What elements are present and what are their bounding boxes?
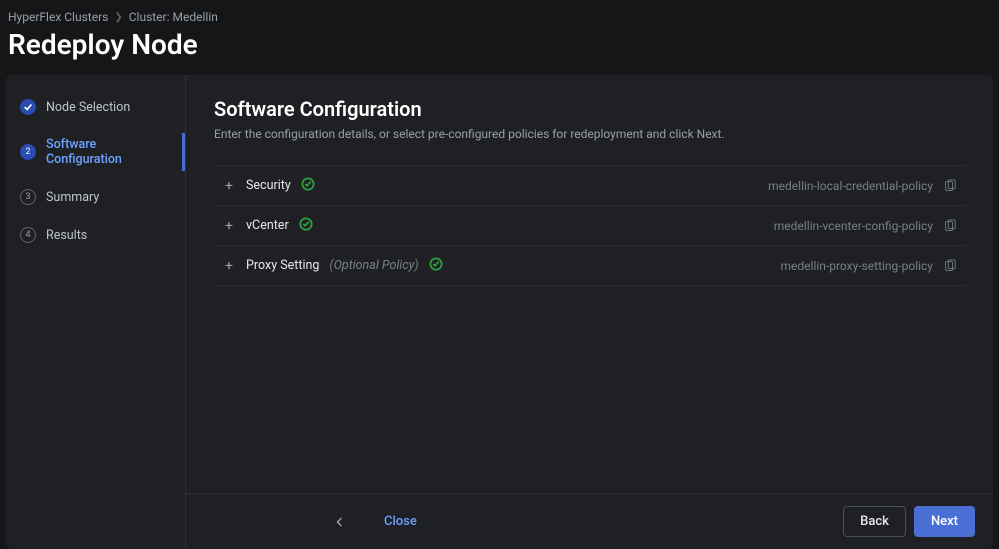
config-list: + Security medellin-local-credential-pol… (186, 155, 993, 296)
chevron-right-icon: ❯ (114, 12, 122, 23)
check-icon (20, 99, 36, 115)
config-row-security[interactable]: + Security medellin-local-credential-pol… (214, 165, 965, 205)
config-value: medellin-local-credential-policy (768, 179, 933, 193)
page-title: Redeploy Node (0, 28, 999, 75)
step-number-icon: 3 (20, 189, 36, 205)
config-label: Proxy Setting (246, 258, 319, 273)
config-optional: (Optional Policy) (329, 258, 418, 273)
main-panel: Node Selection 2 Software Configuration … (6, 75, 993, 549)
check-circle-icon (301, 176, 315, 195)
plus-icon[interactable]: + (222, 178, 236, 194)
step-summary[interactable]: 3 Summary (6, 181, 185, 213)
step-software-configuration[interactable]: 2 Software Configuration (6, 129, 185, 175)
step-label: Results (46, 228, 87, 243)
config-value: medellin-proxy-setting-policy (781, 259, 933, 273)
copy-icon[interactable] (943, 219, 957, 233)
step-label: Software Configuration (46, 137, 171, 167)
plus-icon[interactable]: + (222, 218, 236, 234)
footer: Close Back Next (186, 493, 993, 549)
config-row-vcenter[interactable]: + vCenter medellin-vcenter-config-policy (214, 205, 965, 245)
config-row-proxy-setting[interactable]: + Proxy Setting (Optional Policy) medell… (214, 245, 965, 286)
copy-icon[interactable] (943, 259, 957, 273)
config-value: medellin-vcenter-config-policy (774, 219, 933, 233)
step-node-selection[interactable]: Node Selection (6, 91, 185, 123)
config-label: vCenter (246, 218, 289, 233)
breadcrumb-root[interactable]: HyperFlex Clusters (8, 10, 108, 24)
check-circle-icon (299, 216, 313, 235)
next-button[interactable]: Next (914, 506, 975, 537)
step-number-icon: 2 (20, 144, 36, 160)
back-button[interactable]: Back (843, 506, 906, 537)
content-header: Software Configuration Enter the configu… (186, 75, 993, 155)
step-number-icon: 4 (20, 227, 36, 243)
breadcrumb-current: Cluster: Medellin (129, 10, 218, 24)
plus-icon[interactable]: + (222, 258, 236, 274)
close-button[interactable]: Close (384, 514, 417, 529)
breadcrumb: HyperFlex Clusters ❯ Cluster: Medellin (0, 0, 999, 28)
config-label: Security (246, 178, 291, 193)
wizard-sidebar: Node Selection 2 Software Configuration … (6, 75, 186, 549)
chevron-left-icon[interactable] (328, 510, 352, 534)
step-label: Node Selection (46, 100, 130, 115)
content-title: Software Configuration (214, 97, 965, 121)
step-label: Summary (46, 190, 99, 205)
step-results[interactable]: 4 Results (6, 219, 185, 251)
content-subtitle: Enter the configuration details, or sele… (214, 127, 965, 141)
copy-icon[interactable] (943, 179, 957, 193)
content-area: Software Configuration Enter the configu… (186, 75, 993, 549)
check-circle-icon (429, 256, 443, 275)
